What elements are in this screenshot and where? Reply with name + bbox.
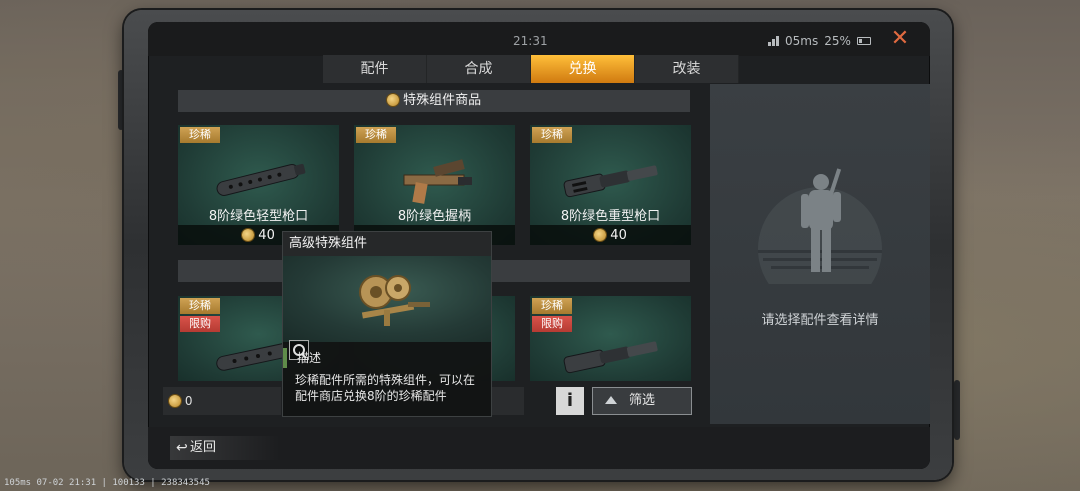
ping-text: 05ms [785, 34, 819, 48]
screen: 21:31 05ms 25% ✕ 配件 合成 兑换 改装 特殊组件商品 珍稀 8… [148, 22, 930, 469]
tooltip-subtitle: 描述 [283, 348, 491, 368]
debug-footer: 105ms 07-02 21:31 | 100133 | 238343545 [4, 478, 210, 488]
rare-tag: 珍稀 [356, 127, 396, 143]
heavy-muzzle-icon [563, 165, 658, 198]
bottom-bar: ↩ 返回 [148, 427, 930, 469]
price-value: 40 [610, 228, 627, 243]
rare-tag: 珍稀 [532, 298, 572, 314]
detail-panel: 请选择配件查看详情 [710, 84, 930, 424]
rare-tag: 珍稀 [180, 127, 220, 143]
shop-card[interactable]: 珍稀 8阶绿色重型枪口 40 [530, 125, 691, 245]
rare-tag: 珍稀 [532, 127, 572, 143]
frame-cable-right [954, 380, 960, 440]
back-label: 返回 [190, 440, 217, 455]
clock: 21:31 [513, 34, 548, 48]
gear-component-icon [359, 275, 430, 326]
status-indicators: 05ms 25% [768, 34, 871, 48]
currency-count: 0 [163, 387, 281, 415]
tab-parts[interactable]: 配件 [323, 55, 427, 83]
back-button[interactable]: ↩ 返回 [170, 436, 280, 460]
light-muzzle-icon [216, 163, 306, 196]
component-coin-icon [594, 229, 607, 241]
tooltip-title: 高级特殊组件 [283, 232, 491, 256]
card-price: 40 [530, 228, 691, 243]
tab-exchange[interactable]: 兑换 [531, 55, 635, 83]
card-name: 8阶绿色重型枪口 [560, 209, 661, 224]
battery-icon [856, 37, 871, 45]
shop-card[interactable]: 珍稀 限购 [530, 296, 691, 381]
battery-text: 25% [824, 34, 851, 48]
tab-modify[interactable]: 改装 [635, 55, 739, 83]
arrow-up-icon [605, 396, 617, 404]
filter-label: 筛选 [628, 393, 655, 408]
component-coin-icon [386, 94, 399, 106]
grip-icon [403, 159, 472, 204]
shop-card[interactable]: 珍稀 8阶绿色握柄 [354, 125, 515, 245]
price-value: 40 [258, 228, 275, 243]
section-title: 特殊组件商品 [403, 93, 482, 108]
item-tooltip: 高级特殊组件 描述 珍稀配件所需的特殊组件，可以在配件商店兑换8阶的珍稀配件 [282, 231, 492, 417]
shop-card[interactable]: 珍稀 8阶绿色轻型枪口 40 [178, 125, 339, 245]
limit-tag: 限购 [532, 316, 572, 332]
signal-icon [768, 36, 779, 46]
card-name: 8阶绿色轻型枪口 [208, 209, 309, 224]
soldier-silhouette-icon [758, 168, 882, 284]
top-status-bar: 21:31 05ms 25% ✕ [148, 22, 930, 56]
return-arrow-icon: ↩ [176, 440, 188, 456]
component-coin-icon [169, 395, 181, 407]
tooltip-image [283, 256, 491, 360]
tooltip-description: 珍稀配件所需的特殊组件，可以在配件商店兑换8阶的珍稀配件 [295, 373, 476, 403]
section-header: 特殊组件商品 [178, 90, 690, 112]
info-button[interactable]: i [556, 387, 584, 415]
component-coin-icon [242, 229, 255, 241]
card-name: 8阶绿色握柄 [397, 209, 472, 224]
detail-hint: 请选择配件查看详情 [761, 313, 879, 328]
limit-tag: 限购 [180, 316, 220, 332]
rare-tag: 珍稀 [180, 298, 220, 314]
heavy-muzzle-icon [563, 341, 658, 374]
tab-synthesis[interactable]: 合成 [427, 55, 531, 83]
filter-button[interactable]: 筛选 [592, 387, 692, 415]
count-value: 0 [184, 394, 193, 408]
close-icon[interactable]: ✕ [888, 28, 912, 52]
tab-bar: 配件 合成 兑换 改装 [323, 55, 739, 83]
